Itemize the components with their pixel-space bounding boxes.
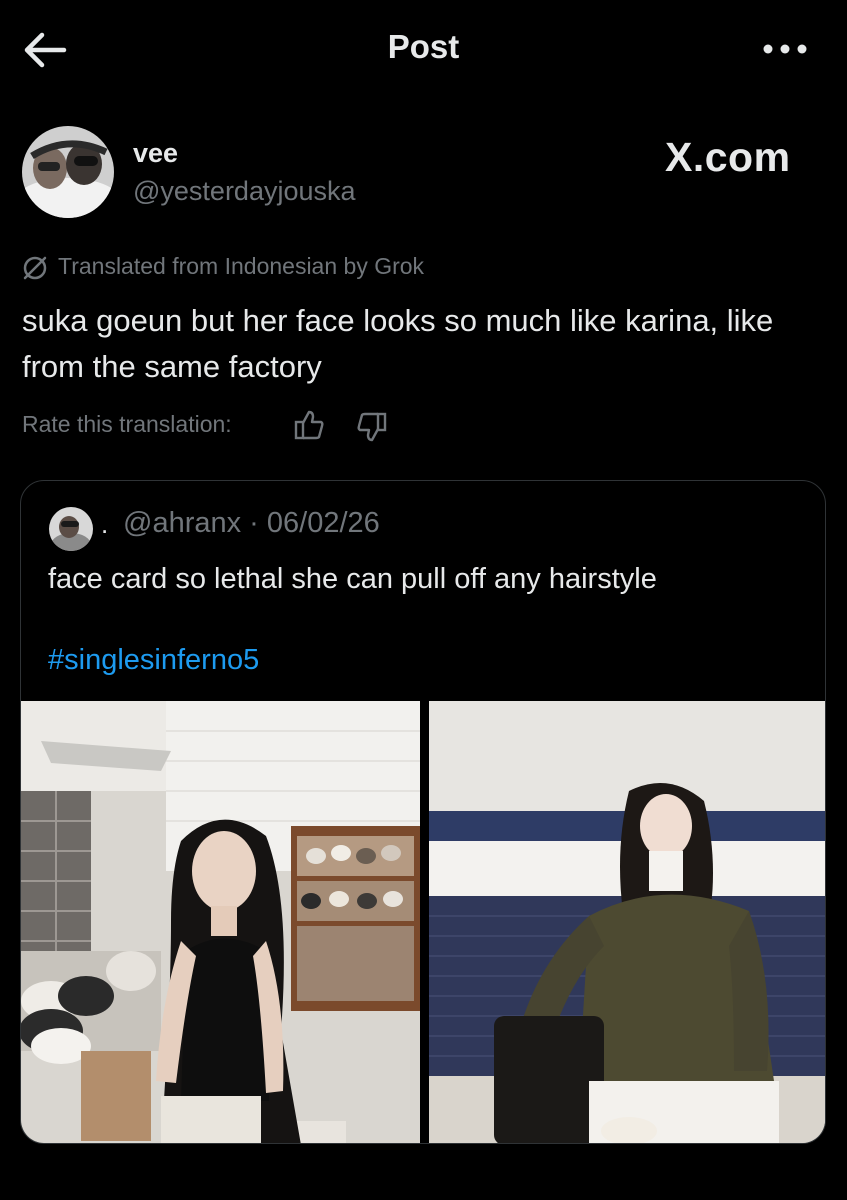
quoted-name-dot: . (101, 509, 109, 539)
quoted-photo-1[interactable] (21, 701, 420, 1143)
grok-icon (22, 255, 48, 281)
avatar[interactable] (22, 126, 114, 218)
author-name[interactable]: vee (133, 138, 178, 169)
rate-translation-label: Rate this translation: (22, 411, 232, 437)
post-text: suka goeun but her face looks so much li… (22, 303, 774, 384)
quoted-text: face card so lethal she can pull off any… (48, 563, 657, 595)
quoted-avatar[interactable] (49, 507, 93, 551)
more-horizontal-icon (763, 44, 807, 54)
quoted-post[interactable]: . @ahranx · 06/02/26 face card so lethal… (20, 480, 826, 1144)
thumbs-up-button[interactable] (292, 408, 326, 442)
thumbs-down-button[interactable] (355, 410, 389, 444)
thumbs-up-icon (294, 410, 324, 440)
thumbs-down-icon (357, 412, 387, 442)
more-button[interactable] (760, 34, 810, 64)
x-com-watermark: X.com (665, 134, 791, 180)
hashtag-link[interactable]: #singlesinferno5 (48, 644, 259, 677)
translation-notice: Translated from Indonesian by Grok (58, 253, 425, 279)
quoted-photo-2[interactable] (429, 701, 825, 1143)
author-handle[interactable]: @yesterdayjouska (133, 176, 356, 207)
page-title: Post (387, 28, 460, 65)
quoted-meta[interactable]: @ahranx · 06/02/26 (123, 507, 380, 540)
